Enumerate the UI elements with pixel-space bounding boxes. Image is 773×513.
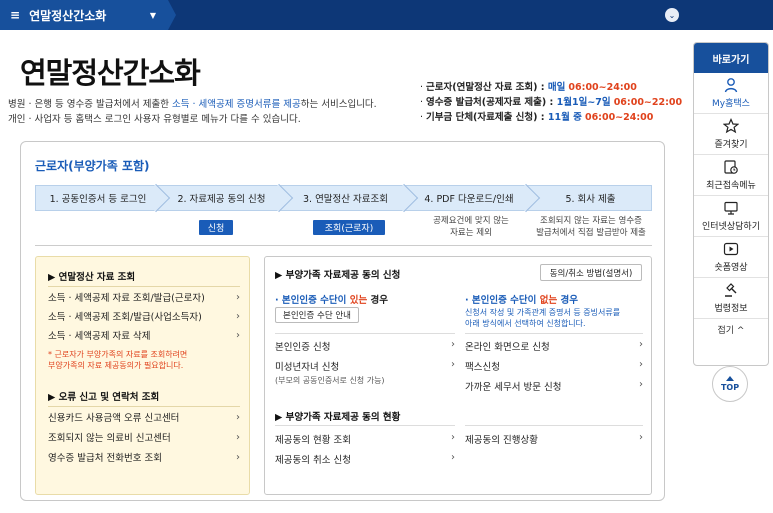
list-item[interactable]: 제공동의 진행상황 › bbox=[465, 432, 643, 446]
page-title: 연말정산간소화 bbox=[20, 56, 201, 90]
scroll-top-button[interactable]: TOP bbox=[712, 366, 748, 402]
chevron-right-icon: › bbox=[451, 432, 455, 443]
list-item[interactable]: 온라인 화면으로 신청 › bbox=[465, 339, 643, 353]
recent-icon bbox=[724, 160, 738, 174]
auth-available-title: · 본인인증 수단이 있는 경우 bbox=[275, 295, 388, 306]
schedule-row: · 영수증 발급처(공제자료 제출) : 1월1일~7일 06:00~22:00 bbox=[420, 97, 683, 108]
list-item[interactable]: 소득 · 세액공제 자료 조회/발급(근로자) › bbox=[48, 290, 240, 305]
auth-unavailable-title: · 본인인증 수단이 없는 경우 bbox=[465, 295, 578, 306]
step-4: 4. PDF 다운로드/인쇄 bbox=[408, 183, 541, 213]
sidebar-item-recent-menu[interactable]: 최근접속메뉴 bbox=[694, 155, 768, 196]
chevron-right-icon: › bbox=[236, 431, 240, 443]
list-item[interactable]: 제공동의 현황 조회 › bbox=[275, 432, 455, 446]
step5-note: 조회되지 않는 자료는 영수증 발급처에서 직접 발급받아 제출 bbox=[536, 216, 646, 238]
error-report-heading: ▶ 오류 신고 및 연락처 조회 bbox=[48, 392, 160, 403]
chevron-right-icon: › bbox=[236, 451, 240, 463]
list-item[interactable]: 소득 · 세액공제 조회/발급(사업소득자) › bbox=[48, 309, 240, 324]
quick-links-sidebar: 바로가기 My홈택스 즐겨찾기 최근접속메뉴 인터넷상담하기 숏폼영상 법령정보… bbox=[693, 42, 769, 366]
schedule-row: · 기부금 단체(자료제출 신청) : 11월 중 06:00~24:00 bbox=[420, 112, 654, 123]
sidebar-item-law-info[interactable]: 법령정보 bbox=[694, 278, 768, 319]
step-1: 1. 공동인증서 등 로그인 bbox=[35, 183, 171, 213]
lookup-panel: ▶ 연말정산 자료 조회 소득 · 세액공제 자료 조회/발급(근로자) › 소득… bbox=[35, 256, 250, 495]
list-item[interactable]: 소득 · 세액공제 자료 삭제 › bbox=[48, 328, 240, 343]
apply-pill[interactable]: 신청 bbox=[199, 220, 233, 235]
auth-guide-button[interactable]: 본인인증 수단 안내 bbox=[275, 307, 359, 323]
topbar-arrow-shape bbox=[168, 0, 176, 30]
gavel-icon bbox=[725, 283, 737, 297]
sidebar-item-online-consult[interactable]: 인터넷상담하기 bbox=[694, 196, 768, 237]
sidebar-item-my-hometax[interactable]: My홈택스 bbox=[694, 73, 768, 114]
list-item[interactable]: 제공동의 취소 신청 › bbox=[275, 452, 455, 466]
star-icon bbox=[723, 118, 739, 134]
menu-dropdown-label: 연말정산간소화 bbox=[29, 8, 107, 23]
list-item[interactable]: 신용카드 사용금액 오류 신고센터 › bbox=[48, 410, 240, 425]
auth-unavailable-desc: 신청서 작성 및 가족관계 증명서 등 증빙서류를 아래 방식에서 선택하여 신… bbox=[465, 308, 621, 328]
chevron-right-icon: › bbox=[236, 411, 240, 423]
list-item[interactable]: 가까운 세무서 방문 신청 › bbox=[465, 379, 643, 393]
play-icon bbox=[723, 242, 739, 256]
chevron-right-icon: › bbox=[639, 379, 643, 390]
chevron-right-icon: › bbox=[639, 359, 643, 370]
chevron-right-icon: › bbox=[451, 339, 455, 350]
section-title: 근로자(부양가족 포함) bbox=[35, 159, 150, 173]
chevron-right-icon: › bbox=[451, 452, 455, 463]
step-3: 3. 연말정산 자료조회 bbox=[283, 183, 419, 213]
chevron-right-icon: › bbox=[451, 359, 455, 370]
chevron-down-icon[interactable]: ⌄ bbox=[665, 8, 679, 22]
chevron-right-icon: › bbox=[639, 339, 643, 350]
sidebar-title: 바로가기 bbox=[694, 43, 768, 73]
consent-status-heading: ▶ 부양가족 자료제공 동의 현황 bbox=[275, 412, 401, 423]
sidebar-item-short-video[interactable]: 숏폼영상 bbox=[694, 237, 768, 278]
page-description: 병원 · 은행 등 영수증 발급처에서 제출한 소득 · 세액공제 증명서류를 … bbox=[8, 99, 377, 125]
process-steps: 1. 공동인증서 등 로그인 2. 자료제공 동의 신청 3. 연말정산 자료조… bbox=[35, 183, 652, 213]
monitor-icon bbox=[724, 201, 738, 215]
chevron-right-icon: › bbox=[236, 291, 240, 303]
dependent-note: * 근로자가 부양가족의 자료를 조회하려면 부양가족의 자료 제공동의가 필요… bbox=[48, 350, 188, 370]
schedule-info: · 근로자(연말정산 자료 조회) : 매일 06:00~24:00 · 영수증… bbox=[420, 80, 682, 125]
worker-lookup-pill[interactable]: 조회(근로자) bbox=[313, 220, 385, 235]
step4-note: 공제요건에 맞지 않는 자료는 제외 bbox=[433, 216, 509, 238]
list-item[interactable]: 팩스신청 › bbox=[465, 359, 643, 373]
step-5: 5. 회사 제출 bbox=[530, 185, 652, 211]
lookup-heading: ▶ 연말정산 자료 조회 bbox=[48, 272, 136, 283]
description-highlight: 소득 · 세액공제 증명서류를 제공 bbox=[172, 99, 301, 110]
menu-dropdown[interactable]: ≡ 연말정산간소화 ▼ bbox=[0, 0, 168, 30]
dependent-consent-panel: ▶ 부양가족 자료제공 동의 신청 동의/취소 방법(설명서) · 본인인증 수… bbox=[264, 256, 652, 495]
consent-guide-button[interactable]: 동의/취소 방법(설명서) bbox=[540, 264, 642, 281]
hamburger-icon: ≡ bbox=[10, 8, 21, 22]
list-item[interactable]: 조회되지 않는 의료비 신고센터 › bbox=[48, 430, 240, 445]
chevron-right-icon: › bbox=[236, 310, 240, 322]
person-icon bbox=[724, 78, 738, 93]
list-item[interactable]: 미성년자녀 신청 (부모의 공동인증서로 신청 가능) › bbox=[275, 359, 455, 386]
consent-heading: ▶ 부양가족 자료제공 동의 신청 bbox=[275, 270, 401, 281]
schedule-row: · 근로자(연말정산 자료 조회) : 매일 06:00~24:00 bbox=[420, 82, 637, 93]
chevron-right-icon: › bbox=[236, 329, 240, 341]
sidebar-fold-toggle[interactable]: 접기 ^ bbox=[694, 319, 768, 339]
sidebar-item-favorites[interactable]: 즐겨찾기 bbox=[694, 114, 768, 155]
arrow-up-icon bbox=[726, 376, 734, 381]
step-2: 2. 자료제공 동의 신청 bbox=[160, 183, 294, 213]
list-item[interactable]: 본인인증 신청 › bbox=[275, 339, 455, 353]
caret-down-icon: ▼ bbox=[149, 10, 156, 20]
top-bar: ≡ 연말정산간소화 ▼ ⌄ bbox=[0, 0, 773, 30]
list-item[interactable]: 영수증 발급처 전화번호 조회 › bbox=[48, 450, 240, 465]
chevron-right-icon: › bbox=[639, 432, 643, 443]
divider bbox=[35, 245, 652, 246]
main-content-box: 근로자(부양가족 포함) 1. 공동인증서 등 로그인 2. 자료제공 동의 신… bbox=[20, 141, 665, 501]
